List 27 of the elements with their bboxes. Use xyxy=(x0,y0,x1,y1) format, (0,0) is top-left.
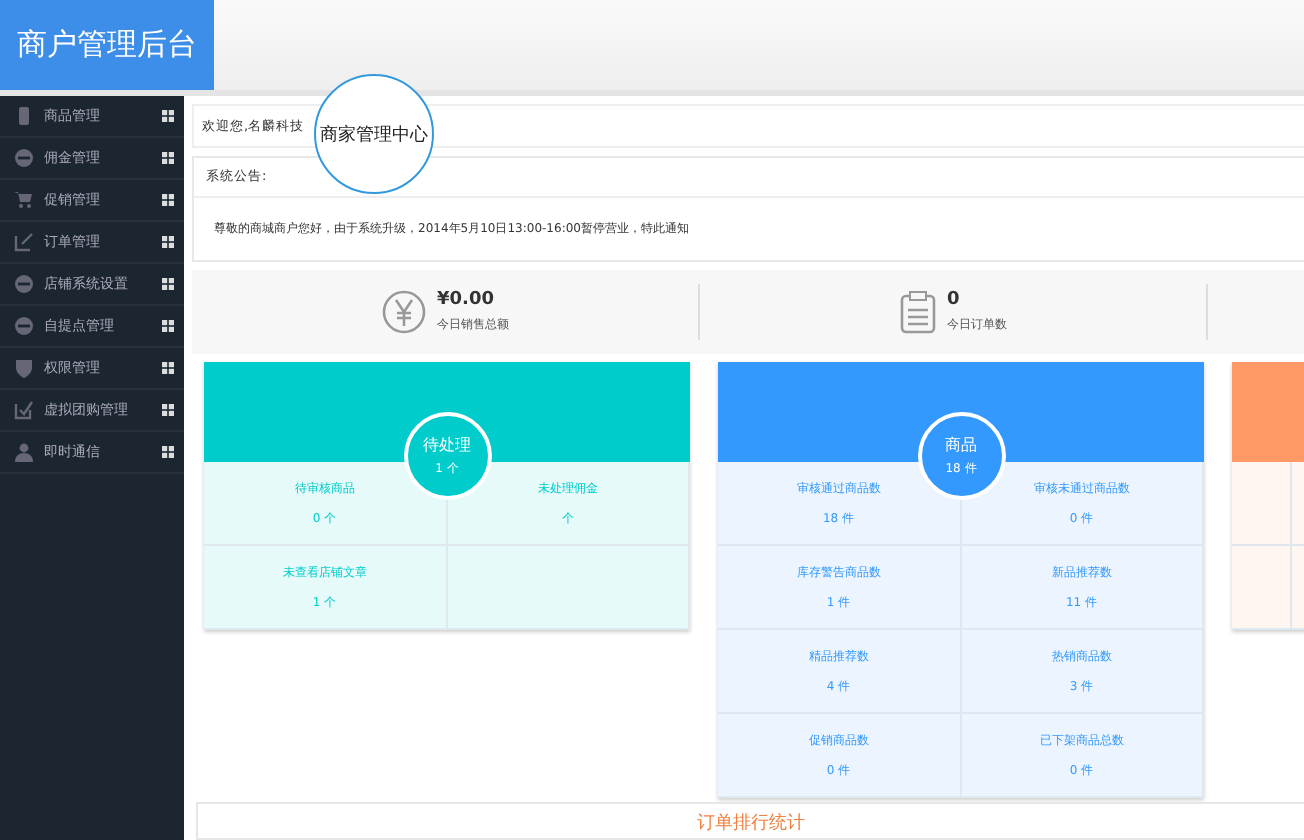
coin-icon xyxy=(14,274,34,294)
grid-icon xyxy=(162,362,174,374)
grid-icon xyxy=(162,236,174,248)
yen-icon xyxy=(381,290,425,334)
grid-icon xyxy=(162,320,174,332)
grid-icon xyxy=(162,446,174,458)
grid-icon xyxy=(162,110,174,122)
grid-icon xyxy=(162,278,174,290)
cart-icon xyxy=(14,190,34,210)
badge-title: 商品 xyxy=(945,434,977,456)
grid-icon xyxy=(162,404,174,416)
badge-title: 待处理 xyxy=(423,434,471,456)
ranking-title: 订单排行统计 xyxy=(697,811,805,836)
app-logo: 商户管理后台 xyxy=(0,0,214,90)
callout-circle: 商家管理中心 xyxy=(314,74,434,194)
stat-value: 0 xyxy=(947,290,962,310)
phone-icon xyxy=(14,106,34,126)
coin-icon xyxy=(14,148,34,168)
user-icon xyxy=(14,442,34,462)
grid-icon xyxy=(162,152,174,164)
coin-icon xyxy=(14,316,34,336)
edit-icon xyxy=(14,232,34,252)
shield-icon xyxy=(14,358,34,378)
clipboard-icon xyxy=(899,290,935,334)
checkbox-icon xyxy=(14,400,34,420)
grid-icon xyxy=(162,194,174,206)
stat-value: ¥0.00 xyxy=(437,290,496,310)
